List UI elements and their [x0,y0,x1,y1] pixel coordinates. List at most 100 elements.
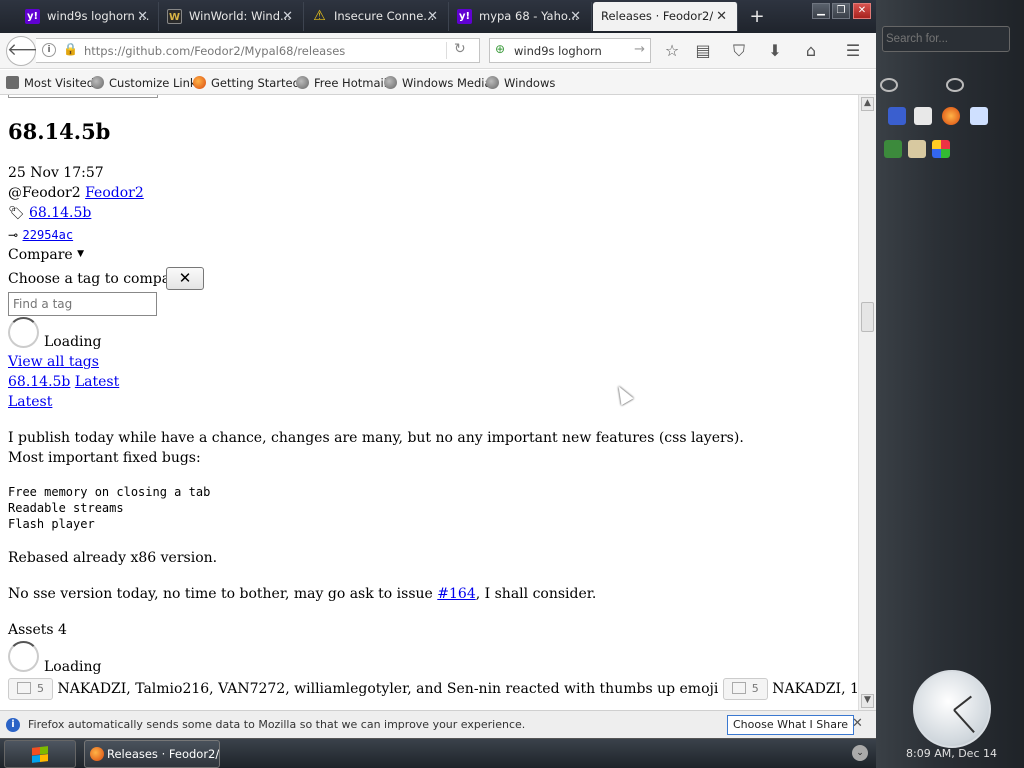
tab-title: mypa 68 - Yaho... [479,9,579,23]
tab-releases[interactable]: Releases · Feodor2/... ✕ [593,2,738,31]
bookmark-free-hotmail[interactable]: Free Hotmail [296,76,387,90]
reader-list-icon[interactable]: ▤ [693,41,713,61]
maximize-button[interactable]: ❐ [832,3,850,19]
lock-icon: 🔒 [63,42,78,56]
bug-item: Flash player [8,517,95,531]
close-button[interactable]: ✕ [166,267,204,290]
minute-hand [953,709,975,733]
caret-down-icon: ▼ [77,249,85,259]
search-engine-icon[interactable]: ⊕ [495,42,511,58]
globe-icon [486,76,499,89]
chat-icon[interactable] [880,78,898,92]
close-tab-icon[interactable]: ✕ [570,2,581,31]
issue-link[interactable]: #164 [437,586,475,602]
taskbar-item-firefox[interactable]: Releases · Feodor2/... [84,740,220,768]
bookmark-most-visited[interactable]: Most Visited [6,76,94,90]
messenger-icon[interactable] [888,107,906,125]
firefox-icon[interactable] [942,107,960,125]
sidebar-search-input[interactable] [882,26,1010,52]
notification-bar: i Firefox automatically sends some data … [0,710,876,738]
reactions-row: 5 NAKADZI, Talmio216, VAN7272, williamle… [8,678,858,700]
chevron-down-icon[interactable]: ⌄ [852,745,868,761]
new-tab-button[interactable]: + [745,2,769,31]
compare-dropdown[interactable]: Compare ▼ [8,247,84,263]
bookmark-windows-media[interactable]: Windows Media [384,76,492,90]
tab-title: WinWorld: Wind... [189,9,291,23]
tab-title: wind9s loghorn ... [47,9,149,23]
latest-tag-row: 68.14.5b Latest [8,374,119,390]
tab-yahoo-search[interactable]: y! wind9s loghorn ... ✕ [17,2,159,31]
reaction-button[interactable]: 5 [722,678,768,700]
close-notification-icon[interactable]: ✕ [852,716,863,731]
info-icon[interactable]: i [42,43,56,57]
chat-icon[interactable] [946,78,964,92]
app-icon[interactable] [932,140,950,158]
browser-window: y! wind9s loghorn ... ✕ W WinWorld: Wind… [0,0,876,738]
view-all-tags-link[interactable]: View all tags [8,354,99,370]
scrollbar-thumb[interactable] [861,302,874,332]
release-tag: 🏷 68.14.5b [8,205,91,221]
app-icon[interactable] [884,140,902,158]
search-bar[interactable]: ⊕ wind9s loghorn → [489,38,651,63]
latest-tag-link[interactable]: 68.14.5b [8,374,70,390]
commit-link[interactable]: 22954ac [23,228,74,242]
latest-badge-link[interactable]: Latest [8,394,52,410]
yahoo-icon: y! [25,9,40,24]
reaction-button[interactable]: 5 [8,678,53,700]
search-go-icon[interactable]: → [634,42,645,57]
sse-note: No sse version today, no time to bother,… [8,586,597,602]
release-commit: ⊸ 22954ac [8,227,73,243]
latest-label-link[interactable]: Latest [75,374,119,390]
yahoo-icon: y! [457,9,472,24]
windows-logo-icon [32,746,48,763]
menu-icon[interactable]: ☰ [843,41,863,61]
bookmark-customize-links[interactable]: Customize Links [91,76,203,90]
tab-insecure-connection[interactable]: ⚠ Insecure Conne... ✕ [304,2,449,31]
back-button[interactable]: 🡐 [6,36,53,66]
app-icon[interactable] [908,140,926,158]
start-button[interactable] [4,740,76,768]
search-input[interactable]: wind9s loghorn [514,44,602,58]
close-tab-icon[interactable]: ✕ [716,2,727,31]
author-link[interactable]: Feodor2 [85,185,144,201]
folder-icon [6,76,19,89]
bookmark-star-icon[interactable]: ☆ [662,41,682,61]
emoji-icon [731,682,746,694]
firefox-icon [90,747,104,761]
globe-icon [91,76,104,89]
vertical-scrollbar[interactable]: ▲ ▼ [858,95,876,710]
bookmark-getting-started[interactable]: Getting Started [193,76,300,90]
close-tab-icon[interactable]: ✕ [137,2,148,31]
rebased-note: Rebased already x86 version. [8,550,218,566]
minimize-button[interactable]: ▁ [812,3,830,19]
tab-winworld[interactable]: W WinWorld: Wind... ✕ [159,2,304,31]
loading-spinner-icon [8,317,39,348]
scroll-down-arrow-icon[interactable]: ▼ [861,694,874,708]
tab-yahoo-mypal[interactable]: y! mypa 68 - Yaho... ✕ [449,2,592,31]
page-content: 68.14.5b 25 Nov 17:57 @Feodor2 Feodor2 🏷… [0,95,858,710]
bookmark-windows[interactable]: Windows [486,76,555,90]
home-icon[interactable]: ⌂ [801,41,821,61]
window-icon[interactable] [970,107,988,125]
find-tag-input[interactable] [8,292,157,316]
notes-icon[interactable] [914,107,932,125]
reaction-text: NAKADZI, 1280px, [772,681,858,697]
close-window-button[interactable]: ✕ [853,3,871,19]
bug-item: Free memory on closing a tab [8,485,211,499]
bug-item: Readable streams [8,501,124,515]
author-handle: @Feodor2 [8,185,81,201]
downloads-icon[interactable]: ⬇ [765,41,785,61]
choose-what-i-share-button[interactable]: Choose What I Share [727,715,854,735]
taskbar: Releases · Feodor2/... ⌄ [0,738,876,768]
close-tab-icon[interactable]: ✕ [282,2,293,31]
scroll-up-arrow-icon[interactable]: ▲ [861,97,874,111]
firefox-icon [193,76,206,89]
close-tab-icon[interactable]: ✕ [427,2,438,31]
address-bar[interactable]: i 🔒 https://github.com/Feodor2/Mypal68/r… [36,38,480,63]
warning-icon: ⚠ [313,8,326,24]
previous-element-edge [8,95,158,98]
pocket-icon[interactable]: ⛉ [729,41,749,61]
reload-icon[interactable]: ↻ [454,41,466,57]
hour-hand [953,695,972,711]
tag-link[interactable]: 68.14.5b [29,205,91,221]
